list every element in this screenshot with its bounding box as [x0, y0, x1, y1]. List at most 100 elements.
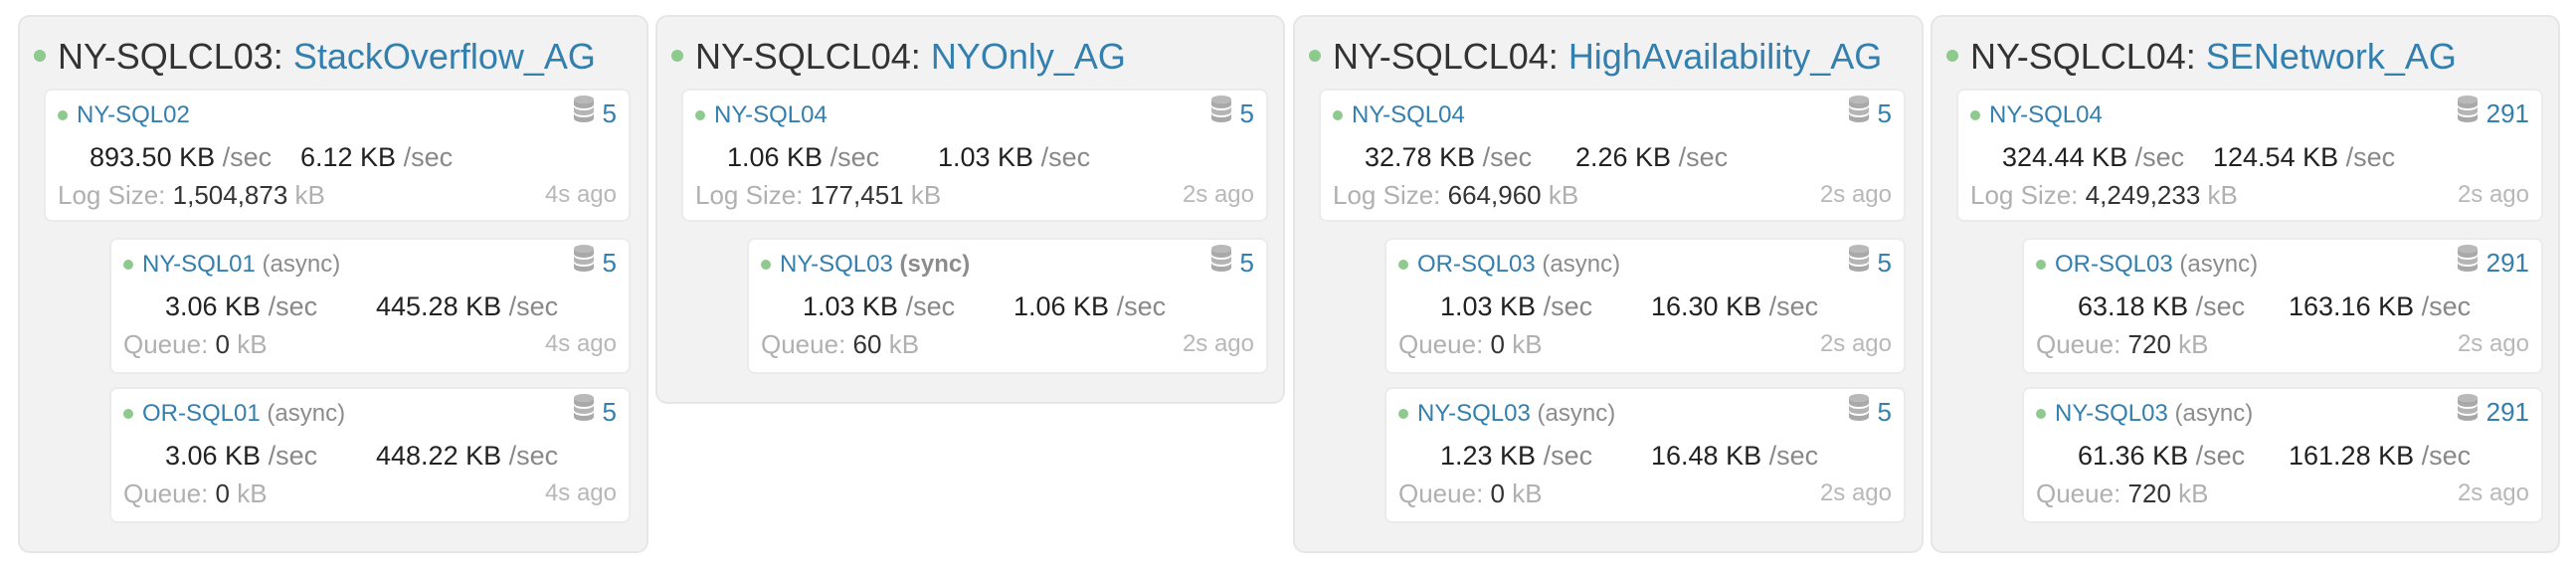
received-rate-value: 163.16 KB	[2289, 291, 2415, 321]
sent-rate: 1.23 KB /sec	[1440, 439, 1592, 473]
rate-unit: /sec	[1116, 291, 1167, 321]
secondary-replica-card: NY-SQL03 (async) 5 1.23 KB /sec 16.48 KB /s…	[1384, 387, 1906, 523]
database-icon	[2457, 393, 2479, 431]
meta-label: Queue:	[761, 329, 846, 359]
meta-unit: kB	[888, 329, 920, 359]
availability-group-link[interactable]: StackOverflow_AG	[293, 36, 596, 77]
availability-group-panel: NY-SQLCL04: NYOnly_AG NY-SQL04 5 1.06 KB /s…	[655, 15, 1285, 404]
commit-mode: (async)	[2179, 251, 2259, 278]
received-rate-value: 2.26 KB	[1575, 142, 1672, 172]
status-dot-icon	[1309, 50, 1321, 63]
database-count[interactable]: 5	[573, 393, 617, 433]
server-link[interactable]: NY-SQL03	[2055, 400, 2168, 427]
replica-title: NY-SQL03 (async)	[2036, 399, 2253, 429]
database-icon	[2457, 244, 2479, 282]
server-link[interactable]: NY-SQL04	[1989, 101, 2103, 128]
status-dot-icon	[34, 50, 46, 63]
last-updated: 4s ago	[544, 181, 617, 208]
queue-size: Queue: 0 kB	[123, 477, 268, 510]
availability-group-link[interactable]: SENetwork_AG	[2206, 36, 2457, 77]
received-rate-value: 124.54 KB	[2213, 142, 2339, 172]
sent-rate: 1.03 KB /sec	[1440, 289, 1592, 323]
database-icon	[573, 95, 595, 132]
secondary-replica-card: OR-SQL03 (async) 291 63.18 KB /sec 163.16 K…	[2022, 238, 2543, 374]
database-count-value: 5	[1877, 397, 1892, 427]
secondary-replica-card: NY-SQL03 (async) 291 61.36 KB /sec 161.28 K…	[2022, 387, 2543, 523]
rate-unit: /sec	[1040, 142, 1091, 172]
rate-unit: /sec	[2421, 441, 2472, 471]
meta-value: 720	[2127, 479, 2171, 508]
last-updated: 2s ago	[1819, 479, 1892, 506]
database-count[interactable]: 291	[2457, 96, 2529, 134]
replica-title: OR-SQL03 (async)	[2036, 250, 2258, 280]
meta-unit: kB	[294, 180, 325, 210]
database-count[interactable]: 291	[2457, 244, 2529, 284]
status-dot-icon	[1398, 408, 1408, 419]
received-rate: 161.28 KB /sec	[2289, 439, 2471, 473]
server-link[interactable]: NY-SQL04	[1352, 101, 1465, 128]
received-rate: 163.16 KB /sec	[2289, 289, 2471, 323]
sent-rate-value: 32.78 KB	[1365, 142, 1476, 172]
database-count[interactable]: 5	[1210, 96, 1254, 134]
received-rate-value: 448.22 KB	[376, 441, 502, 471]
database-count[interactable]: 5	[573, 96, 617, 134]
meta-label: Log Size:	[695, 180, 804, 210]
server-link[interactable]: OR-SQL03	[1417, 251, 1536, 278]
server-link[interactable]: NY-SQL02	[77, 101, 190, 128]
meta-label: Queue:	[1398, 479, 1484, 508]
rate-unit: /sec	[1543, 291, 1593, 321]
server-link[interactable]: NY-SQL04	[714, 101, 828, 128]
database-count[interactable]: 5	[573, 245, 617, 284]
database-count[interactable]: 5	[1848, 394, 1892, 433]
database-count[interactable]: 5	[1848, 96, 1892, 134]
database-count[interactable]: 291	[2457, 393, 2529, 433]
database-icon	[1848, 95, 1870, 132]
database-count-value: 5	[1877, 248, 1892, 278]
server-link[interactable]: NY-SQL01	[142, 251, 256, 278]
database-count-value: 291	[2485, 397, 2529, 427]
server-link[interactable]: OR-SQL01	[142, 400, 261, 427]
replica-title: NY-SQL04	[695, 100, 828, 130]
commit-mode: (async)	[262, 251, 341, 278]
log-size: Log Size: 177,451 kB	[695, 178, 941, 212]
database-count-value: 5	[1877, 98, 1892, 128]
replica-title: OR-SQL03 (async)	[1398, 250, 1620, 280]
meta-unit: kB	[910, 180, 942, 210]
queue-size: Queue: 0 kB	[123, 327, 268, 361]
received-rate-value: 445.28 KB	[376, 291, 502, 321]
replica-title: NY-SQL03 (async)	[1398, 399, 1615, 429]
meta-value: 664,960	[1447, 180, 1542, 210]
replica-title: NY-SQL01 (async)	[123, 250, 340, 280]
status-dot-icon	[123, 408, 133, 419]
rate-unit: /sec	[2134, 142, 2185, 172]
cluster-name: NY-SQLCL04:	[695, 36, 921, 77]
availability-group-link[interactable]: HighAvailability_AG	[1568, 36, 1883, 77]
status-dot-icon	[1398, 259, 1408, 270]
database-count[interactable]: 5	[1210, 245, 1254, 284]
replica-title: NY-SQL02	[58, 100, 190, 130]
database-icon	[573, 393, 595, 431]
received-rate-value: 6.12 KB	[300, 142, 397, 172]
server-link[interactable]: OR-SQL03	[2055, 251, 2173, 278]
database-count[interactable]: 5	[1848, 245, 1892, 284]
received-rate: 16.48 KB /sec	[1651, 439, 1818, 473]
sent-rate: 3.06 KB /sec	[165, 289, 317, 323]
availability-group-link[interactable]: NYOnly_AG	[931, 36, 1126, 77]
replica-title: NY-SQL04	[1970, 100, 2103, 130]
received-rate: 448.22 KB /sec	[376, 439, 558, 473]
secondary-replica-card: NY-SQL01 (async) 5 3.06 KB /sec 445.28 KB /…	[109, 238, 631, 374]
database-count-value: 5	[602, 397, 617, 427]
replica-title: NY-SQL03 (sync)	[761, 250, 970, 280]
rate-unit: /sec	[1768, 441, 1819, 471]
primary-replica-card: NY-SQL04 5 32.78 KB /sec 2.26 KB /sec Log Si…	[1319, 89, 1906, 222]
status-dot-icon	[671, 50, 683, 63]
secondary-replica-card: NY-SQL03 (sync) 5 1.03 KB /sec 1.06 KB /sec…	[747, 238, 1268, 374]
server-link[interactable]: NY-SQL03	[1417, 400, 1531, 427]
meta-label: Queue:	[123, 329, 209, 359]
meta-unit: kB	[2207, 180, 2238, 210]
server-link[interactable]: NY-SQL03	[780, 251, 893, 278]
rate-unit: /sec	[268, 441, 318, 471]
sent-rate-value: 1.03 KB	[1440, 291, 1537, 321]
sent-rate-value: 3.06 KB	[165, 441, 262, 471]
sent-rate-value: 893.50 KB	[90, 142, 216, 172]
